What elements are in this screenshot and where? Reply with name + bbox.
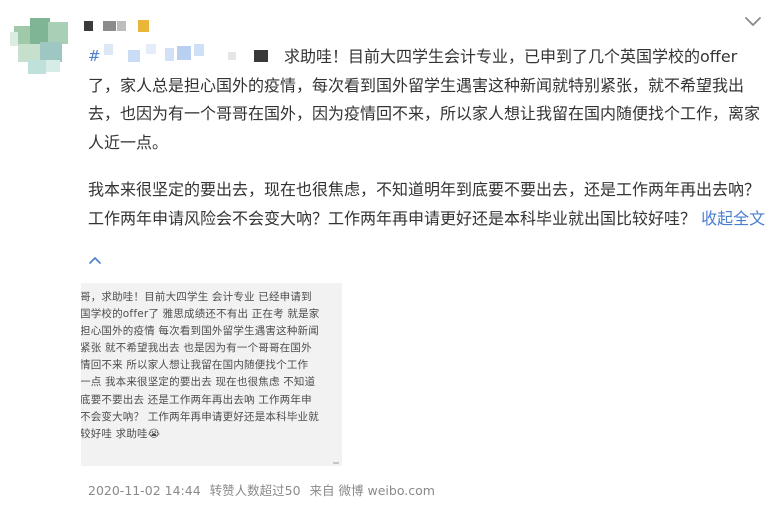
avatar-pixel — [40, 42, 62, 62]
image-scroll-indicator — [333, 462, 339, 464]
post-meta: 2020-11-02 14:44 转赞人数超过50 来自 微博 weibo.com — [88, 480, 435, 499]
image-text-line: 紧张 就不希望我出去 也是因为有一个哥哥在国外 — [81, 342, 312, 355]
vip-badge-icon — [138, 20, 149, 32]
image-text-line: 较好哇 求助哇😭 — [81, 427, 161, 440]
collapse-text-link[interactable]: 收起全文 — [701, 209, 765, 228]
post-line-text: 工作两年申请风险会不会变大吶？工作两年再申请更好还是本科毕业就出国比较好哇？ — [88, 208, 702, 228]
image-text-line: 担心国外的疫情 每次看到国外留学生遇害这种新闻 — [81, 325, 319, 338]
post-timestamp[interactable]: 2020-11-02 14:44 — [88, 483, 201, 498]
username-blur — [103, 21, 116, 31]
avatar-pixel — [46, 60, 60, 72]
post-line: 我本来很坚定的要出去，现在也很焦虑，不知道明年到底要不要出去，还是工作两年再出去… — [88, 180, 761, 199]
image-text-line: 哥，求助哇！目前大四学生 会计专业 已经申请到 — [81, 291, 312, 303]
chevron-down-icon — [745, 17, 761, 26]
post-line: 人近一点。 — [88, 132, 169, 152]
collapse-button[interactable] — [88, 250, 102, 264]
post-content: 求助哇！目前大四学生会计专业，已申到了几个英国学校的offer 了，家人总是担心… — [88, 43, 768, 233]
more-options-button[interactable] — [742, 12, 764, 32]
avatar-pixel — [48, 22, 68, 44]
username-blur — [117, 21, 126, 31]
avatar-pixel — [30, 18, 50, 44]
post-line: 了，家人总是担心国外的疫情，每次看到国外留学生遇害这种新闻就特别紧张，就不希望我… — [88, 75, 745, 95]
repost-count: 转赞人数超过50 — [209, 483, 301, 498]
image-text-line: 情回不来 所以家人想让我留在国内随便找个工作 — [81, 359, 309, 372]
post-line: 去，也因为有一个哥哥在国外，因为疫情回不来，所以家人想让我留在国内随便找个工作，… — [88, 104, 761, 123]
avatar-pixel — [28, 60, 46, 74]
post-image[interactable]: 哥，求助哇！目前大四学生 会计专业 已经申请到 国学校的offer了 雅思成绩还… — [81, 283, 342, 466]
image-text-line: 一点 我本来很坚定的要出去 现在也很焦虑 不知道 — [81, 376, 316, 389]
username-blur — [84, 21, 93, 31]
image-text-line: 国学校的offer了 雅思成绩还不有出 正在考 就是家 — [81, 308, 320, 321]
image-text: 哥，求助哇！目前大四学生 会计专业 已经申请到 国学校的offer了 雅思成绩还… — [81, 289, 342, 443]
chevron-up-icon — [89, 257, 101, 264]
post-source[interactable]: 来自 微博 weibo.com — [310, 483, 435, 498]
avatar[interactable] — [10, 12, 74, 76]
avatar-pixel — [10, 32, 18, 46]
post-line: 求助哇！目前大四学生会计专业，已申到了几个英国学校的offer — [284, 47, 738, 66]
image-text-line: 不会变大吶？ 工作两年再申请更好还是本科毕业就 — [81, 410, 319, 423]
image-text-line: 底要不要出去 还是工作两年再出去吶 工作两年申 — [81, 393, 312, 406]
post-line-last: 工作两年申请风险会不会变大吶？工作两年再申请更好还是本科毕业就出国比较好哇？ 收… — [88, 205, 768, 234]
